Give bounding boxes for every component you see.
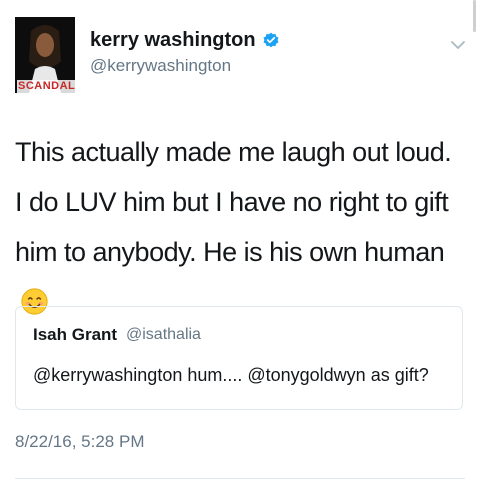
- author-handle[interactable]: @kerrywashington: [90, 55, 231, 77]
- chevron-down-icon[interactable]: [450, 37, 466, 53]
- tweet-text: This actually made me laugh out loud. I …: [15, 137, 452, 267]
- author-name-row[interactable]: kerry washington: [90, 28, 280, 52]
- scrollbar[interactable]: [473, 0, 476, 32]
- verified-badge-icon: [263, 32, 279, 48]
- divider: [15, 478, 465, 479]
- tweet-timestamp[interactable]: 8/22/16, 5:28 PM: [15, 432, 144, 452]
- avatar[interactable]: SCANDAL: [15, 17, 75, 93]
- avatar-logo: SCANDAL: [17, 80, 75, 93]
- tweet-body: This actually made me laugh out loud. I …: [15, 127, 455, 327]
- quoted-author-handle: @isathalia: [126, 326, 201, 343]
- quoted-author-name: Isah Grant: [33, 325, 118, 344]
- author-display-name[interactable]: kerry washington: [90, 28, 256, 52]
- quoted-tweet-card[interactable]: Isah Grant @isathalia @kerrywashington h…: [15, 306, 463, 410]
- quoted-tweet-text: @kerrywashington hum.... @tonygoldwyn as…: [33, 365, 429, 385]
